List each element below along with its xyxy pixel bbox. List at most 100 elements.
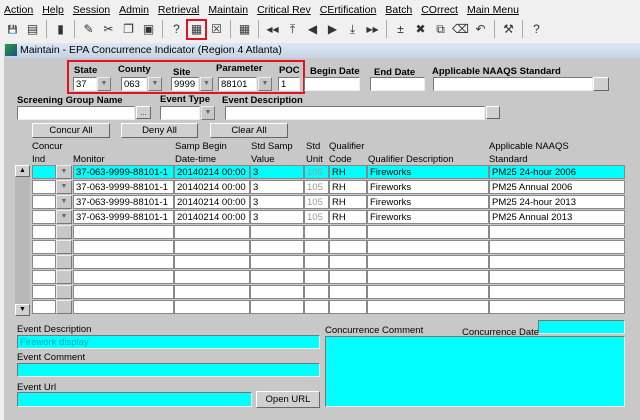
cell-date[interactable]: 20140214 00:00 [174,195,250,209]
empty-cell[interactable] [250,240,304,254]
copy-icon[interactable]: ❐ [120,21,137,38]
cell-date[interactable]: 20140214 00:00 [174,180,250,194]
concur-all-button[interactable]: Concur All [32,123,110,138]
cell-date[interactable]: 20140214 00:00 [174,165,250,179]
screening-group-lov-button[interactable]: ... [136,106,151,119]
empty-cell[interactable] [367,225,489,239]
cell-unit[interactable]: 105 [304,165,329,179]
row-dropdown-button[interactable] [56,285,72,299]
paste-icon[interactable]: ▣ [140,21,157,38]
exit-icon[interactable]: ▮ [52,21,69,38]
help-icon[interactable]: ? [528,21,545,38]
row-dropdown-button[interactable] [56,300,72,314]
empty-cell[interactable] [367,285,489,299]
empty-cell[interactable] [489,240,625,254]
empty-cell[interactable] [489,225,625,239]
row-dropdown-button[interactable]: ▼ [56,210,72,224]
menu-retrieval[interactable]: Retrieval [158,4,199,17]
event-description-field[interactable]: Firework display [17,335,320,349]
query-icon[interactable]: ? [168,21,185,38]
save-icon[interactable]: 💾 [4,21,21,38]
begin-date-input[interactable] [304,77,360,91]
tools-icon[interactable]: ⚒ [500,21,517,38]
naaqs-lov-button[interactable] [593,77,609,91]
row-dropdown-button[interactable] [56,225,72,239]
cell-value[interactable]: 3 [250,210,304,224]
print-icon[interactable]: ▤ [24,21,41,38]
event-comment-field[interactable] [17,363,320,377]
empty-cell[interactable] [489,300,625,314]
empty-cell[interactable] [73,225,174,239]
state-input[interactable]: 37 [73,77,97,91]
edit-icon[interactable]: ✎ [80,21,97,38]
empty-cell[interactable] [304,255,329,269]
county-input[interactable]: 063 [121,77,147,91]
empty-cell[interactable] [32,255,56,269]
next-icon[interactable]: ▶ [324,21,341,38]
end-date-input[interactable] [370,77,425,91]
empty-cell[interactable] [174,285,250,299]
calculator-icon[interactable]: ▦ [236,21,253,38]
empty-cell[interactable] [73,285,174,299]
first-icon[interactable]: ⤒ [284,21,301,38]
menu-maintain[interactable]: Maintain [208,4,248,17]
empty-cell[interactable] [489,255,625,269]
empty-cell[interactable] [73,255,174,269]
empty-cell[interactable] [304,270,329,284]
empty-cell[interactable] [32,285,56,299]
menu-main-menu[interactable]: Main Menu [467,4,519,17]
empty-cell[interactable] [250,225,304,239]
menu-critical-rev[interactable]: Critical Rev [257,4,311,17]
cell-std[interactable]: PM25 Annual 2013 [489,210,625,224]
cell-monitor[interactable]: 37-063-9999-88101-1 [73,210,174,224]
cell-std[interactable]: PM25 24-hour 2006 [489,165,625,179]
cell-value[interactable]: 3 [250,180,304,194]
cell-unit[interactable]: 105 [304,180,329,194]
empty-cell[interactable] [304,300,329,314]
empty-cell[interactable] [174,255,250,269]
menu-admin[interactable]: Admin [119,4,149,17]
row-dropdown-button[interactable]: ▼ [56,180,72,194]
empty-cell[interactable] [32,240,56,254]
empty-cell[interactable] [73,270,174,284]
empty-cell[interactable] [174,225,250,239]
empty-cell[interactable] [304,240,329,254]
cell-concur[interactable] [32,180,56,194]
deny-all-button[interactable]: Deny All [121,123,198,138]
event-description-filter-input[interactable] [225,106,485,120]
cell-code[interactable]: RH [329,165,367,179]
empty-cell[interactable] [73,300,174,314]
event-description-lov-button[interactable] [486,106,500,119]
empty-cell[interactable] [174,300,250,314]
menu-batch[interactable]: Batch [385,4,412,17]
cell-code[interactable]: RH [329,195,367,209]
scroll-down-button[interactable]: ▼ [15,304,30,316]
first-record-icon[interactable]: ◀◀ [264,21,281,38]
menu-session[interactable]: Session [73,4,110,17]
cell-monitor[interactable]: 37-063-9999-88101-1 [73,180,174,194]
event-type-input[interactable] [160,106,200,120]
cell-desc[interactable]: Fireworks [367,180,489,194]
empty-cell[interactable] [250,300,304,314]
cell-monitor[interactable]: 37-063-9999-88101-1 [73,165,174,179]
cell-monitor[interactable]: 37-063-9999-88101-1 [73,195,174,209]
clear-all-button[interactable]: Clear All [210,123,288,138]
previous-icon[interactable]: ◀ [304,21,321,38]
menu-help[interactable]: Help [42,4,64,17]
empty-cell[interactable] [367,270,489,284]
cut-icon[interactable]: ✂ [100,21,117,38]
empty-cell[interactable] [329,225,367,239]
menu-correct[interactable]: COrrect [421,4,458,17]
cell-date[interactable]: 20140214 00:00 [174,210,250,224]
empty-cell[interactable] [250,270,304,284]
empty-cell[interactable] [174,270,250,284]
naaqs-input[interactable] [433,77,593,91]
scroll-up-button[interactable]: ▲ [15,165,30,177]
event-type-dropdown-button[interactable]: ▼ [201,106,215,120]
grid-scrollbar[interactable]: ▲ ▼ [15,165,30,316]
row-dropdown-button[interactable] [56,240,72,254]
empty-cell[interactable] [367,255,489,269]
poc-input[interactable]: 1 [278,77,300,91]
cell-concur[interactable] [32,195,56,209]
site-dropdown-button[interactable]: ▼ [200,77,213,91]
